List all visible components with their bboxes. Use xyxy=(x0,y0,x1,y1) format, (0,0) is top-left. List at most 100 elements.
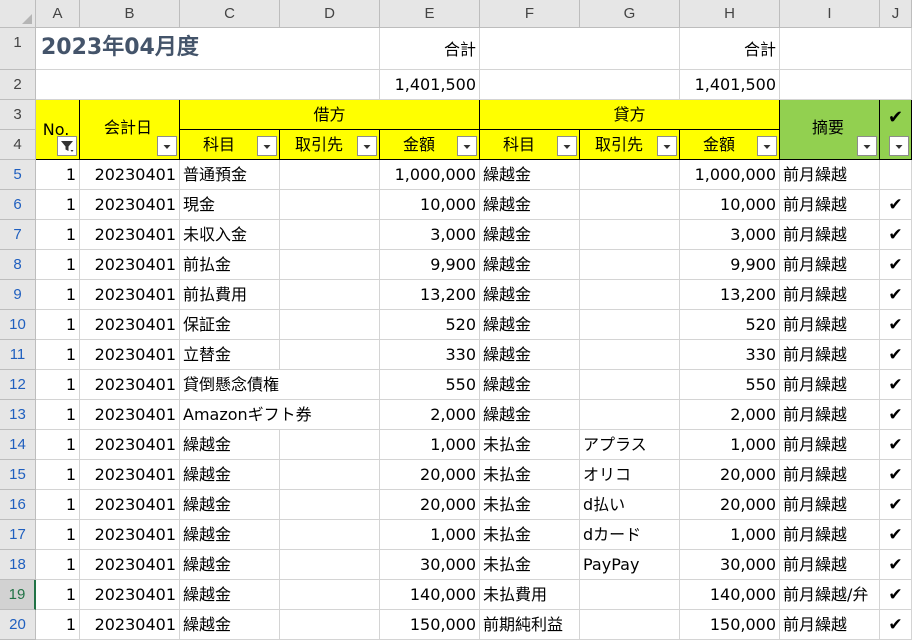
header-date[interactable]: 会計日 xyxy=(80,100,180,160)
entry-credit-account[interactable]: 繰越金 xyxy=(480,220,580,250)
entry-credit-partner[interactable] xyxy=(580,580,680,610)
entry-debit-partner[interactable] xyxy=(280,220,380,250)
entry-check[interactable]: ✔ xyxy=(880,220,912,250)
entry-debit-amount[interactable]: 1,000 xyxy=(380,430,480,460)
entry-credit-partner[interactable]: d払い xyxy=(580,490,680,520)
entry-no[interactable]: 1 xyxy=(36,430,80,460)
entry-debit-partner[interactable] xyxy=(280,550,380,580)
entry-credit-amount[interactable]: 20,000 xyxy=(680,490,780,520)
entry-memo[interactable]: 前月繰越 xyxy=(780,160,880,190)
filter-funnel-icon[interactable] xyxy=(57,136,77,156)
entry-date[interactable]: 20230401 xyxy=(80,460,180,490)
entry-date[interactable]: 20230401 xyxy=(80,280,180,310)
entry-debit-amount[interactable]: 10,000 xyxy=(380,190,480,220)
dropdown-arrow-icon[interactable] xyxy=(557,136,577,156)
entry-credit-partner[interactable] xyxy=(580,400,680,430)
row-header-5[interactable]: 5 xyxy=(0,160,36,190)
entry-credit-amount[interactable]: 30,000 xyxy=(680,550,780,580)
entry-credit-account[interactable]: 繰越金 xyxy=(480,310,580,340)
entry-debit-amount[interactable]: 1,000,000 xyxy=(380,160,480,190)
entry-credit-partner[interactable] xyxy=(580,220,680,250)
column-header-j[interactable]: J xyxy=(880,0,912,28)
entry-credit-amount[interactable]: 1,000 xyxy=(680,430,780,460)
row-header-10[interactable]: 10 xyxy=(0,310,36,340)
row-header-12[interactable]: 12 xyxy=(0,370,36,400)
entry-debit-account[interactable]: 前払費用 xyxy=(180,280,280,310)
entry-no[interactable]: 1 xyxy=(36,160,80,190)
entry-credit-account[interactable]: 繰越金 xyxy=(480,190,580,220)
entry-credit-account[interactable]: 未払金 xyxy=(480,550,580,580)
header-debit-partner[interactable]: 取引先 xyxy=(280,130,380,160)
entry-debit-account[interactable]: 前払金 xyxy=(180,250,280,280)
entry-no[interactable]: 1 xyxy=(36,460,80,490)
entry-no[interactable]: 1 xyxy=(36,340,80,370)
entry-credit-partner[interactable] xyxy=(580,250,680,280)
select-all-corner[interactable] xyxy=(0,0,36,28)
entry-credit-partner[interactable]: PayPay xyxy=(580,550,680,580)
entry-memo[interactable]: 前月繰越 xyxy=(780,280,880,310)
row-header-19[interactable]: 19 xyxy=(0,580,36,610)
entry-credit-amount[interactable]: 150,000 xyxy=(680,610,780,640)
entry-debit-amount[interactable]: 1,000 xyxy=(380,520,480,550)
row-header-7[interactable]: 7 xyxy=(0,220,36,250)
entry-debit-amount[interactable]: 150,000 xyxy=(380,610,480,640)
entry-memo[interactable]: 前月繰越 xyxy=(780,490,880,520)
entry-check[interactable]: ✔ xyxy=(880,310,912,340)
entry-date[interactable]: 20230401 xyxy=(80,400,180,430)
entry-credit-partner[interactable]: dカード xyxy=(580,520,680,550)
entry-credit-amount[interactable]: 2,000 xyxy=(680,400,780,430)
entry-credit-partner[interactable] xyxy=(580,160,680,190)
dropdown-arrow-icon[interactable] xyxy=(257,136,277,156)
entry-debit-amount[interactable]: 3,000 xyxy=(380,220,480,250)
entry-debit-account[interactable]: 貸倒懸念債権 xyxy=(180,370,380,400)
entry-check[interactable]: ✔ xyxy=(880,340,912,370)
entry-date[interactable]: 20230401 xyxy=(80,490,180,520)
entry-debit-amount[interactable]: 30,000 xyxy=(380,550,480,580)
entry-debit-account[interactable]: 現金 xyxy=(180,190,280,220)
entry-no[interactable]: 1 xyxy=(36,550,80,580)
row-header-20[interactable]: 20 xyxy=(0,610,36,640)
entry-debit-account[interactable]: 未収入金 xyxy=(180,220,280,250)
entry-date[interactable]: 20230401 xyxy=(80,190,180,220)
entry-credit-amount[interactable]: 9,900 xyxy=(680,250,780,280)
entry-check[interactable]: ✔ xyxy=(880,430,912,460)
row-header-18[interactable]: 18 xyxy=(0,550,36,580)
entry-credit-partner[interactable]: オリコ xyxy=(580,460,680,490)
entry-debit-account[interactable]: 繰越金 xyxy=(180,610,280,640)
header-memo[interactable]: 摘要 xyxy=(780,100,880,160)
entry-credit-amount[interactable]: 520 xyxy=(680,310,780,340)
column-header-i[interactable]: I xyxy=(780,0,880,28)
column-header-g[interactable]: G xyxy=(580,0,680,28)
header-credit-account[interactable]: 科目 xyxy=(480,130,580,160)
header-debit-amount[interactable]: 金額 xyxy=(380,130,480,160)
entry-debit-account[interactable]: 普通預金 xyxy=(180,160,280,190)
entry-credit-amount[interactable]: 550 xyxy=(680,370,780,400)
entry-no[interactable]: 1 xyxy=(36,520,80,550)
entry-debit-partner[interactable] xyxy=(280,340,380,370)
entry-debit-partner[interactable] xyxy=(280,160,380,190)
entry-memo[interactable]: 前月繰越 xyxy=(780,190,880,220)
entry-credit-amount[interactable]: 3,000 xyxy=(680,220,780,250)
entry-date[interactable]: 20230401 xyxy=(80,220,180,250)
entry-date[interactable]: 20230401 xyxy=(80,310,180,340)
entry-credit-partner[interactable] xyxy=(580,340,680,370)
entry-check[interactable] xyxy=(880,160,912,190)
entry-debit-amount[interactable]: 140,000 xyxy=(380,580,480,610)
row-header-16[interactable]: 16 xyxy=(0,490,36,520)
entry-date[interactable]: 20230401 xyxy=(80,580,180,610)
entry-credit-partner[interactable] xyxy=(580,280,680,310)
row-header-6[interactable]: 6 xyxy=(0,190,36,220)
entry-debit-account[interactable]: Amazonギフト券 xyxy=(180,400,380,430)
entry-debit-partner[interactable] xyxy=(280,310,380,340)
entry-memo[interactable]: 前月繰越 xyxy=(780,460,880,490)
entry-check[interactable]: ✔ xyxy=(880,280,912,310)
entry-credit-account[interactable]: 繰越金 xyxy=(480,340,580,370)
entry-credit-amount[interactable]: 1,000,000 xyxy=(680,160,780,190)
entry-credit-account[interactable]: 未払費用 xyxy=(480,580,580,610)
entry-credit-account[interactable]: 繰越金 xyxy=(480,250,580,280)
entry-check[interactable]: ✔ xyxy=(880,520,912,550)
dropdown-arrow-icon[interactable] xyxy=(357,136,377,156)
entry-credit-account[interactable]: 未払金 xyxy=(480,460,580,490)
entry-memo[interactable]: 前月繰越/弁 xyxy=(780,580,880,610)
row-header-15[interactable]: 15 xyxy=(0,460,36,490)
